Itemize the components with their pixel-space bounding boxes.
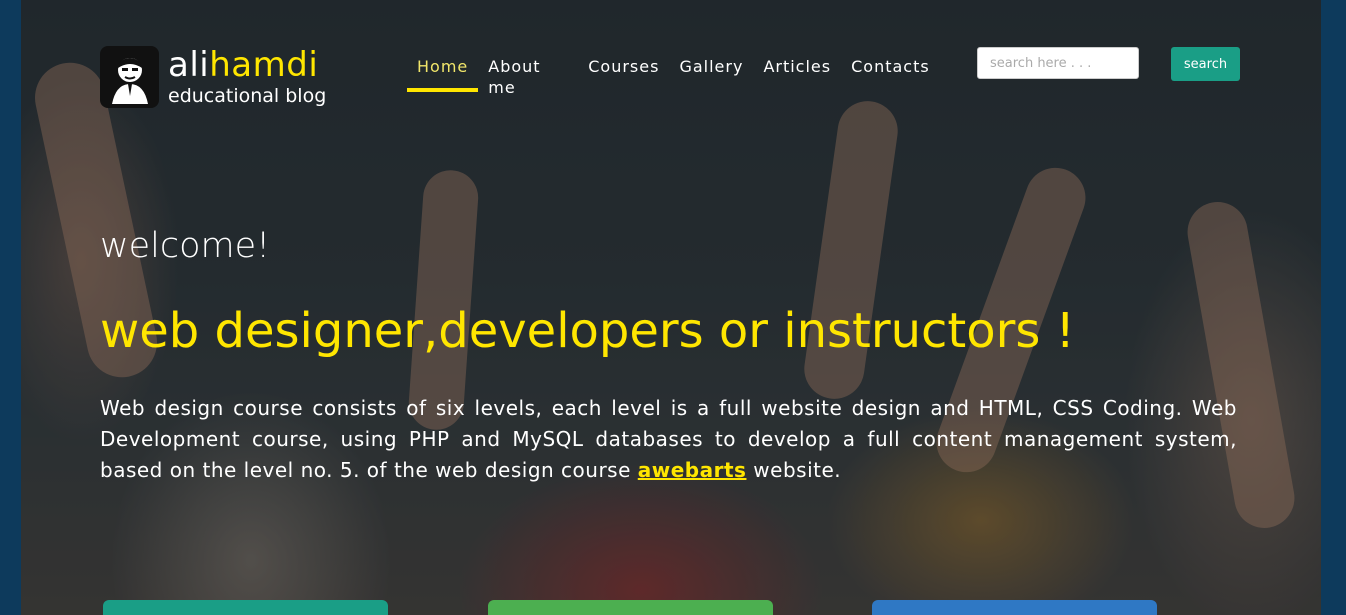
hero-description: Web design course consists of six levels… <box>100 396 1237 482</box>
search-input[interactable] <box>977 47 1139 79</box>
hero-headline: web designer,developers or instructors ! <box>100 303 1075 359</box>
feature-card-3[interactable] <box>872 600 1157 615</box>
site-logo[interactable]: alihamdi educational blog <box>100 46 326 108</box>
portrait-icon <box>100 46 159 108</box>
welcome-heading: welcome! <box>100 226 271 266</box>
logo-subtitle: educational blog <box>168 85 327 107</box>
logo-name: alihamdi <box>168 45 319 85</box>
nav-articles[interactable]: Articles <box>753 56 841 98</box>
hero-background: alihamdi educational blog Home About me … <box>21 0 1321 615</box>
nav-contacts[interactable]: Contacts <box>841 56 940 98</box>
search-button[interactable]: search <box>1171 47 1240 81</box>
nav-courses[interactable]: Courses <box>578 56 669 98</box>
nav-gallery[interactable]: Gallery <box>669 56 753 98</box>
nav-about[interactable]: About me <box>478 56 558 98</box>
feature-card-1[interactable] <box>103 600 388 615</box>
awebarts-link[interactable]: awebarts <box>638 458 747 482</box>
main-nav: Home About me Courses Gallery Articles C… <box>407 56 940 98</box>
feature-card-2[interactable] <box>488 600 773 615</box>
nav-home[interactable]: Home <box>407 56 479 98</box>
